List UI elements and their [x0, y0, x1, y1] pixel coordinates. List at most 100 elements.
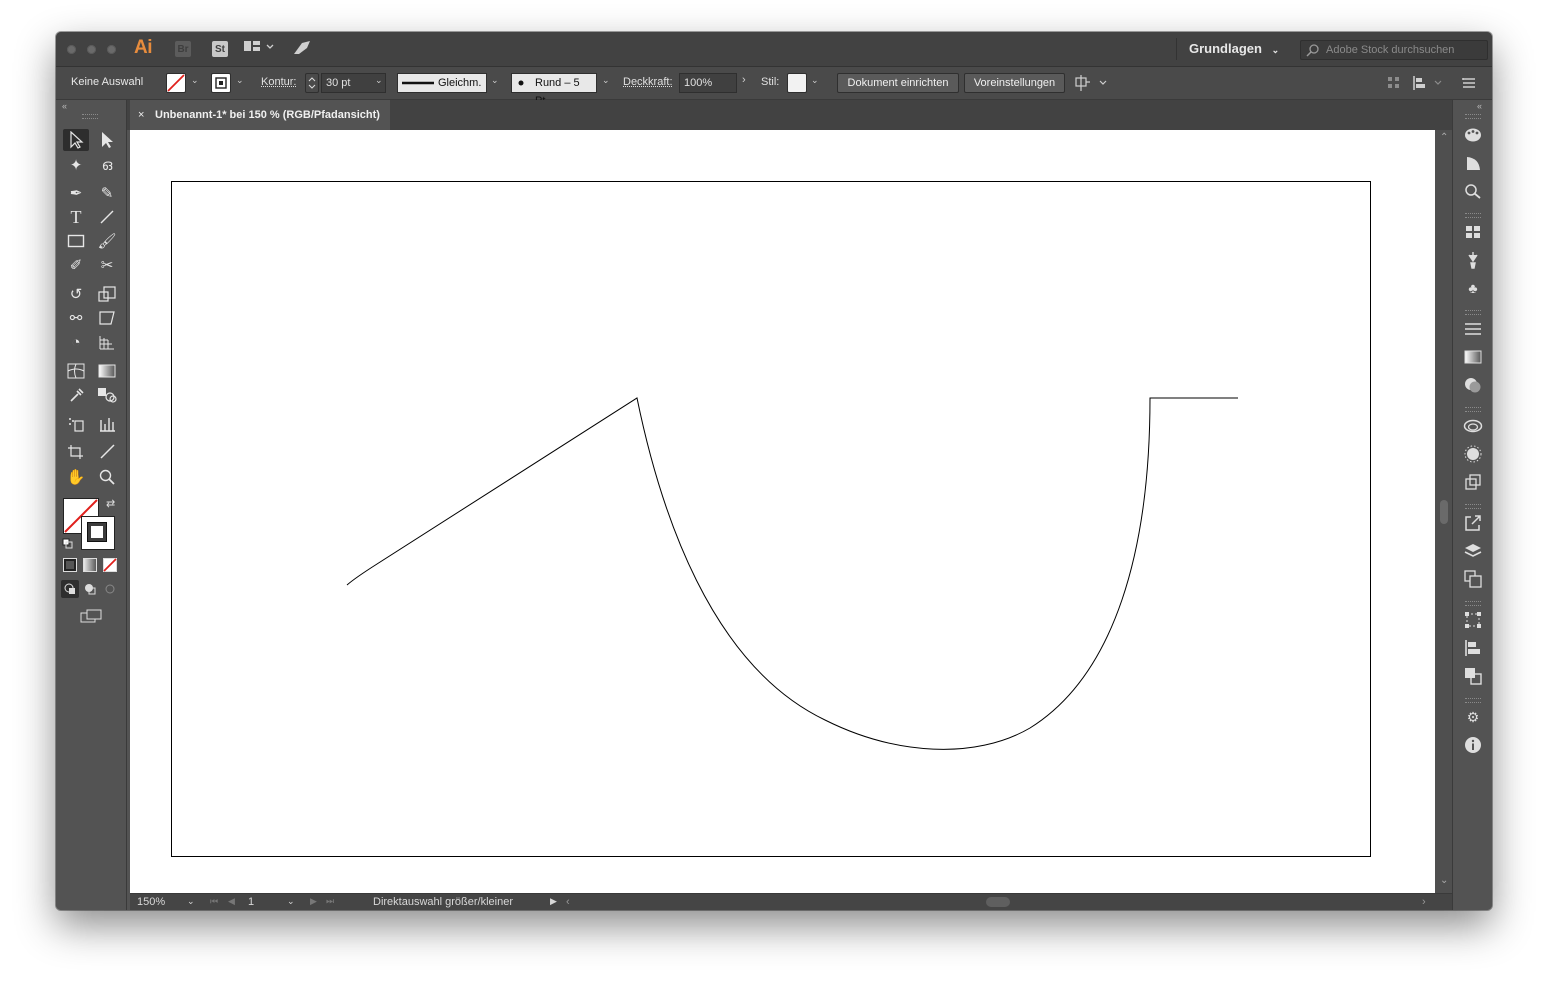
screen-mode-icon[interactable] [78, 607, 104, 625]
panel-grip[interactable] [1465, 601, 1481, 606]
selection-tool-icon[interactable] [63, 129, 89, 151]
swap-fill-stroke-icon[interactable]: ⇄ [106, 497, 115, 510]
chevron-down-icon[interactable]: ⌄ [236, 75, 244, 86]
minimize-window-button[interactable] [87, 45, 96, 54]
blend-tool-icon[interactable] [94, 384, 120, 406]
stroke-panel-icon[interactable] [1463, 319, 1483, 339]
symbols-panel-icon[interactable]: ♣ [1463, 278, 1483, 298]
artboard-number[interactable]: 1 [248, 896, 254, 908]
transparency-panel-icon[interactable] [1463, 375, 1483, 395]
perspective-grid-tool-icon[interactable] [94, 331, 120, 353]
appearance-panel-icon[interactable] [1463, 444, 1483, 464]
zoom-tool-icon[interactable] [94, 466, 120, 488]
panel-grip[interactable] [1465, 407, 1481, 412]
scroll-down-icon[interactable]: ⌄ [1440, 875, 1448, 886]
document-setup-button[interactable]: Dokument einrichten [837, 73, 959, 93]
scissors-tool-icon[interactable]: ✂ [94, 254, 120, 276]
last-artboard-icon[interactable]: ⏭ [326, 896, 334, 907]
chevron-down-icon[interactable]: ⌄ [811, 75, 819, 86]
curvature-tool-icon[interactable]: ✎ [94, 182, 120, 204]
stroke-color-swatch[interactable] [81, 516, 115, 550]
collapse-panel-icon[interactable]: « [1477, 101, 1482, 111]
rectangle-tool-icon[interactable] [63, 230, 89, 252]
artboards-panel-icon[interactable] [1463, 569, 1483, 589]
scale-tool-icon[interactable] [94, 283, 120, 305]
distribute-icon[interactable] [1412, 75, 1444, 96]
chevron-right-icon[interactable]: › [742, 74, 746, 86]
mesh-tool-icon[interactable] [63, 360, 89, 382]
none-mode-icon[interactable] [101, 556, 119, 574]
draw-behind-icon[interactable] [81, 580, 99, 598]
panel-grip[interactable] [1465, 213, 1481, 218]
export-panel-icon[interactable] [1463, 513, 1483, 533]
free-transform-tool-icon[interactable] [94, 307, 120, 329]
status-menu-icon[interactable]: ▶ [550, 896, 557, 907]
chevron-down-icon[interactable]: ⌄ [375, 75, 383, 86]
shaper-tool-icon[interactable]: ✐ [63, 254, 89, 276]
default-fill-stroke-icon[interactable] [62, 537, 74, 555]
artboard-tool-icon[interactable] [63, 441, 89, 463]
draw-inside-icon[interactable] [101, 580, 119, 598]
opacity-label[interactable]: Deckkraft: [623, 76, 673, 88]
preferences-button[interactable]: Voreinstellungen [964, 73, 1065, 93]
align-panel-icon[interactable] [1463, 638, 1483, 658]
lasso-tool-icon[interactable]: ഒ [94, 154, 120, 176]
gradient-mode-icon[interactable] [81, 556, 99, 574]
panel-menu-icon[interactable] [1462, 76, 1476, 95]
workspace-switcher[interactable]: Grundlagen ⌄ [1189, 41, 1279, 56]
panel-grip[interactable] [1465, 504, 1481, 509]
align-grid-icon[interactable] [1387, 76, 1401, 95]
stroke-stepper[interactable] [305, 73, 319, 93]
vertical-scroll-thumb[interactable] [1440, 500, 1448, 524]
brush-select[interactable]: Rund – 5 Pt. [511, 73, 597, 107]
style-swatch[interactable] [787, 73, 807, 93]
magic-wand-tool-icon[interactable]: ✦ [63, 154, 89, 176]
stock-button[interactable]: St [212, 41, 228, 57]
panel-grip[interactable] [1465, 114, 1481, 119]
paintbrush-tool-icon[interactable]: 🖌 [94, 230, 120, 252]
stroke-profile-select[interactable]: Gleichm. [397, 73, 487, 93]
vertical-scrollbar[interactable]: ⌃ ⌄ [1435, 130, 1452, 893]
color-guide-icon[interactable] [1463, 153, 1483, 173]
first-artboard-icon[interactable]: ⏮ [210, 896, 218, 907]
gradient-tool-icon[interactable] [94, 360, 120, 382]
gpu-performance-icon[interactable] [293, 40, 311, 59]
panel-grip[interactable] [1465, 310, 1481, 315]
arrange-icon[interactable] [1074, 75, 1110, 96]
layers-panel-icon[interactable] [1463, 541, 1483, 561]
hand-tool-icon[interactable]: ✋ [63, 466, 89, 488]
panel-grip[interactable] [1465, 698, 1481, 703]
width-tool-icon[interactable]: ⚯ [63, 307, 89, 329]
scroll-right-icon[interactable]: › [1422, 896, 1426, 908]
collapse-panel-icon[interactable]: « [62, 101, 67, 111]
direct-selection-tool-icon[interactable] [94, 129, 120, 151]
fill-swatch[interactable] [166, 73, 186, 93]
stock-search-input[interactable]: Adobe Stock durchsuchen [1300, 40, 1488, 60]
swatches-panel-icon[interactable] [1463, 222, 1483, 242]
chevron-down-icon[interactable]: ⌄ [602, 75, 610, 86]
chevron-down-icon[interactable]: ⌄ [191, 75, 199, 86]
document-info-icon[interactable]: ⚙ [1463, 707, 1483, 727]
color-themes-icon[interactable] [1463, 181, 1483, 201]
drawn-path[interactable] [346, 397, 1238, 750]
stroke-label[interactable]: Kontur: [261, 76, 296, 88]
close-window-button[interactable] [67, 45, 76, 54]
info-panel-icon[interactable] [1463, 735, 1483, 755]
stroke-swatch[interactable] [211, 73, 231, 93]
draw-normal-icon[interactable] [61, 580, 79, 598]
scroll-left-icon[interactable]: ‹ [566, 896, 570, 908]
arrange-documents-icon[interactable] [244, 40, 274, 57]
document-tab[interactable]: × Unbenannt-1* bei 150 % (RGB/Pfadansich… [130, 100, 390, 130]
type-tool-icon[interactable]: T [63, 206, 89, 228]
zoom-window-button[interactable] [107, 45, 116, 54]
close-tab-icon[interactable]: × [138, 100, 144, 130]
next-artboard-icon[interactable]: ▶ [310, 896, 317, 907]
chevron-down-icon[interactable]: ⌄ [187, 896, 195, 907]
slice-tool-icon[interactable] [94, 441, 120, 463]
gradient-panel-icon[interactable] [1463, 347, 1483, 367]
column-graph-tool-icon[interactable] [94, 413, 120, 435]
brushes-panel-icon[interactable] [1463, 250, 1483, 270]
pathfinder-panel-icon[interactable] [1463, 666, 1483, 686]
previous-artboard-icon[interactable]: ◀ [228, 896, 235, 907]
zoom-level[interactable]: 150% [137, 896, 165, 908]
